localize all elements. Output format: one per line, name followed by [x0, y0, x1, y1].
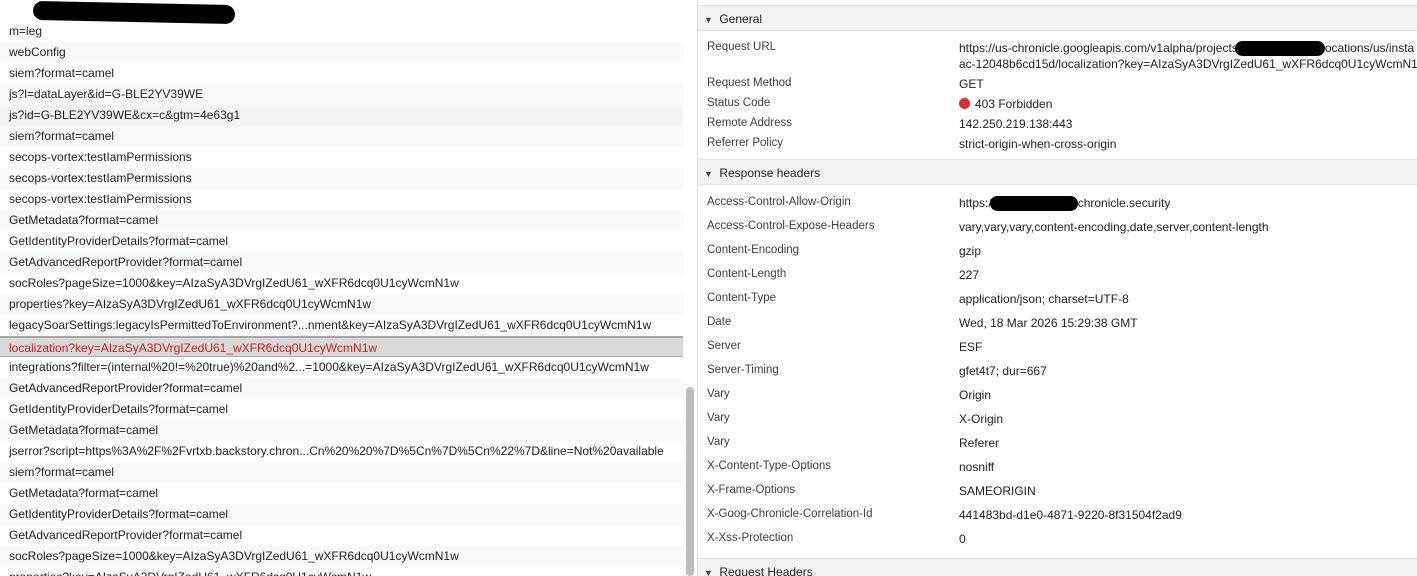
- request-row[interactable]: GetAdvancedReportProvider?format=camel: [0, 378, 683, 399]
- response-header-value: 441483bd-d1e0-4871-9220-8f31504f2ad9: [959, 508, 1182, 522]
- request-row[interactable]: legacySoarSettings:legacyIsPermittedToEn…: [0, 315, 683, 336]
- status-code-text: 403 Forbidden: [975, 97, 1053, 111]
- response-header-value: Referer: [959, 436, 1000, 450]
- response-header-name: Vary: [707, 436, 730, 448]
- request-url-label: Request URL: [707, 41, 777, 53]
- request-row[interactable]: GetMetadata?format=camel: [0, 210, 683, 231]
- remote-address-value: 142.250.219.138:443: [959, 117, 1073, 131]
- request-row[interactable]: socRoles?pageSize=1000&key=AIzaSyA3DVrgI…: [0, 273, 683, 294]
- request-row[interactable]: secops-vortex:testIamPermissions: [0, 168, 683, 189]
- request-row[interactable]: GetMetadata?format=camel: [0, 483, 683, 504]
- request-row[interactable]: GetIdentityProviderDetails?format=camel: [0, 504, 683, 525]
- response-header-value: ESF: [959, 340, 983, 354]
- response-header-name: Content-Type: [707, 292, 777, 304]
- status-code-label: Status Code: [707, 97, 771, 109]
- request-method-label: Request Method: [707, 77, 792, 89]
- response-headers-section-title: Response headers: [719, 166, 821, 180]
- response-header-name: Vary: [707, 412, 730, 424]
- response-header-value: application/json; charset=UTF-8: [959, 292, 1129, 306]
- response-header-value: https:/ chronicle.security: [959, 196, 1171, 212]
- error-status-dot-icon: [959, 98, 970, 109]
- response-header-value: vary,vary,vary,content-encoding,date,ser…: [959, 220, 1269, 234]
- request-row[interactable]: GetAdvancedReportProvider?format=camel: [0, 252, 683, 273]
- redacted-region: [989, 196, 1078, 212]
- request-row[interactable]: properties?key=AIzaSyA3DVrgIZedU61_wXFR6…: [0, 294, 683, 315]
- request-row[interactable]: siem?format=camel: [0, 462, 683, 483]
- status-code-value: 403 Forbidden: [959, 97, 1052, 111]
- request-row[interactable]: integrations?filter=(internal%20!=%20tru…: [0, 357, 683, 378]
- response-header-value: SAMEORIGIN: [959, 484, 1036, 498]
- request-details-panel: ▼ General Request URL https://us-chronic…: [698, 0, 1417, 576]
- request-url-value-line2: ac-12048b6cd15d/localization?key=AIzaSyA…: [959, 57, 1417, 71]
- response-header-name: Server: [707, 340, 741, 352]
- request-url-text-part1b: ocations/us/insta: [1324, 41, 1415, 55]
- referrer-policy-label: Referrer Policy: [707, 137, 784, 149]
- response-headers-section-header[interactable]: ▼ Response headers: [698, 159, 1417, 185]
- general-section-header[interactable]: ▼ General: [698, 5, 1417, 31]
- response-header-value: gfet4t7; dur=667: [959, 364, 1047, 378]
- header-value-suffix: chronicle.security: [1077, 196, 1171, 210]
- response-header-value: nosniff: [959, 460, 995, 474]
- response-header-value: 227: [959, 268, 980, 282]
- response-header-name: X-Xss-Protection: [707, 532, 794, 544]
- request-row[interactable]: m=leg: [0, 21, 683, 42]
- collapse-triangle-icon: ▼: [704, 15, 713, 25]
- response-header-name: X-Frame-Options: [707, 484, 796, 496]
- response-header-name: Server-Timing: [707, 364, 779, 376]
- request-headers-section-header[interactable]: ▼ Request Headers: [698, 558, 1417, 576]
- request-row[interactable]: siem?format=camel: [0, 126, 683, 147]
- request-row[interactable]: GetIdentityProviderDetails?format=camel: [0, 399, 683, 420]
- request-row[interactable]: GetMetadata?format=camel: [0, 420, 683, 441]
- response-header-name: Content-Encoding: [707, 244, 800, 256]
- response-header-name: Vary: [707, 388, 730, 400]
- referrer-policy-value: strict-origin-when-cross-origin: [959, 137, 1117, 151]
- request-method-value: GET: [959, 77, 984, 91]
- response-header-value: Wed, 18 Mar 2026 15:29:38 GMT: [959, 316, 1138, 330]
- request-row[interactable]: js?id=G-BLE2YV39WE&cx=c&gtm=4e63g1: [0, 105, 683, 126]
- request-headers-section-title: Request Headers: [719, 565, 813, 576]
- response-header-value: 0: [959, 532, 966, 546]
- response-header-name: X-Goog-Chronicle-Correlation-Id: [707, 508, 873, 520]
- response-header-name: X-Content-Type-Options: [707, 460, 832, 472]
- collapse-triangle-icon: ▼: [704, 169, 713, 179]
- response-header-name: Access-Control-Allow-Origin: [707, 196, 851, 208]
- request-row[interactable]: socRoles?pageSize=1000&key=AIzaSyA3DVrgI…: [0, 546, 683, 567]
- request-url-text-part1: https://us-chronicle.googleapis.com/v1al…: [959, 41, 1238, 55]
- request-row[interactable]: js?l=dataLayer&id=G-BLE2YV39WE: [0, 84, 683, 105]
- request-list: m=leg webConfig siem?format=camel js?l=data…: [0, 21, 683, 576]
- response-header-value: X-Origin: [959, 412, 1004, 426]
- request-url-value: https://us-chronicle.googleapis.com/v1al…: [959, 41, 1415, 57]
- request-list-scrollbar[interactable]: [686, 387, 694, 576]
- request-row[interactable]: GetAdvancedReportProvider?format=camel: [0, 525, 683, 546]
- request-row[interactable]: jserror?script=https%3A%2F%2Fvrtxb.backs…: [0, 441, 683, 462]
- request-row[interactable]: properties?key=AIzaSyA3DVrgIZedU61_wXFR6…: [0, 567, 683, 576]
- general-section-title: General: [719, 12, 763, 26]
- response-header-name: Date: [707, 316, 732, 328]
- response-header-value: Origin: [959, 388, 992, 402]
- remote-address-label: Remote Address: [707, 117, 793, 129]
- request-list-panel: m=leg webConfig siem?format=camel js?l=data…: [0, 0, 697, 576]
- response-header-name: Content-Length: [707, 268, 787, 280]
- request-row[interactable]: secops-vortex:testIamPermissions: [0, 147, 683, 168]
- redacted-region: [1234, 41, 1325, 57]
- response-header-value: gzip: [959, 244, 982, 258]
- response-header-name: Access-Control-Expose-Headers: [707, 220, 875, 232]
- header-value-prefix: https:/: [959, 196, 992, 210]
- collapse-triangle-icon: ▼: [704, 568, 713, 576]
- request-row[interactable]: webConfig: [0, 42, 683, 63]
- request-row[interactable]: secops-vortex:testIamPermissions: [0, 189, 683, 210]
- request-row-selected[interactable]: localization?key=AIzaSyA3DVrgIZedU61_wXF…: [0, 336, 683, 357]
- request-row[interactable]: siem?format=camel: [0, 63, 683, 84]
- request-row[interactable]: GetIdentityProviderDetails?format=camel: [0, 231, 683, 252]
